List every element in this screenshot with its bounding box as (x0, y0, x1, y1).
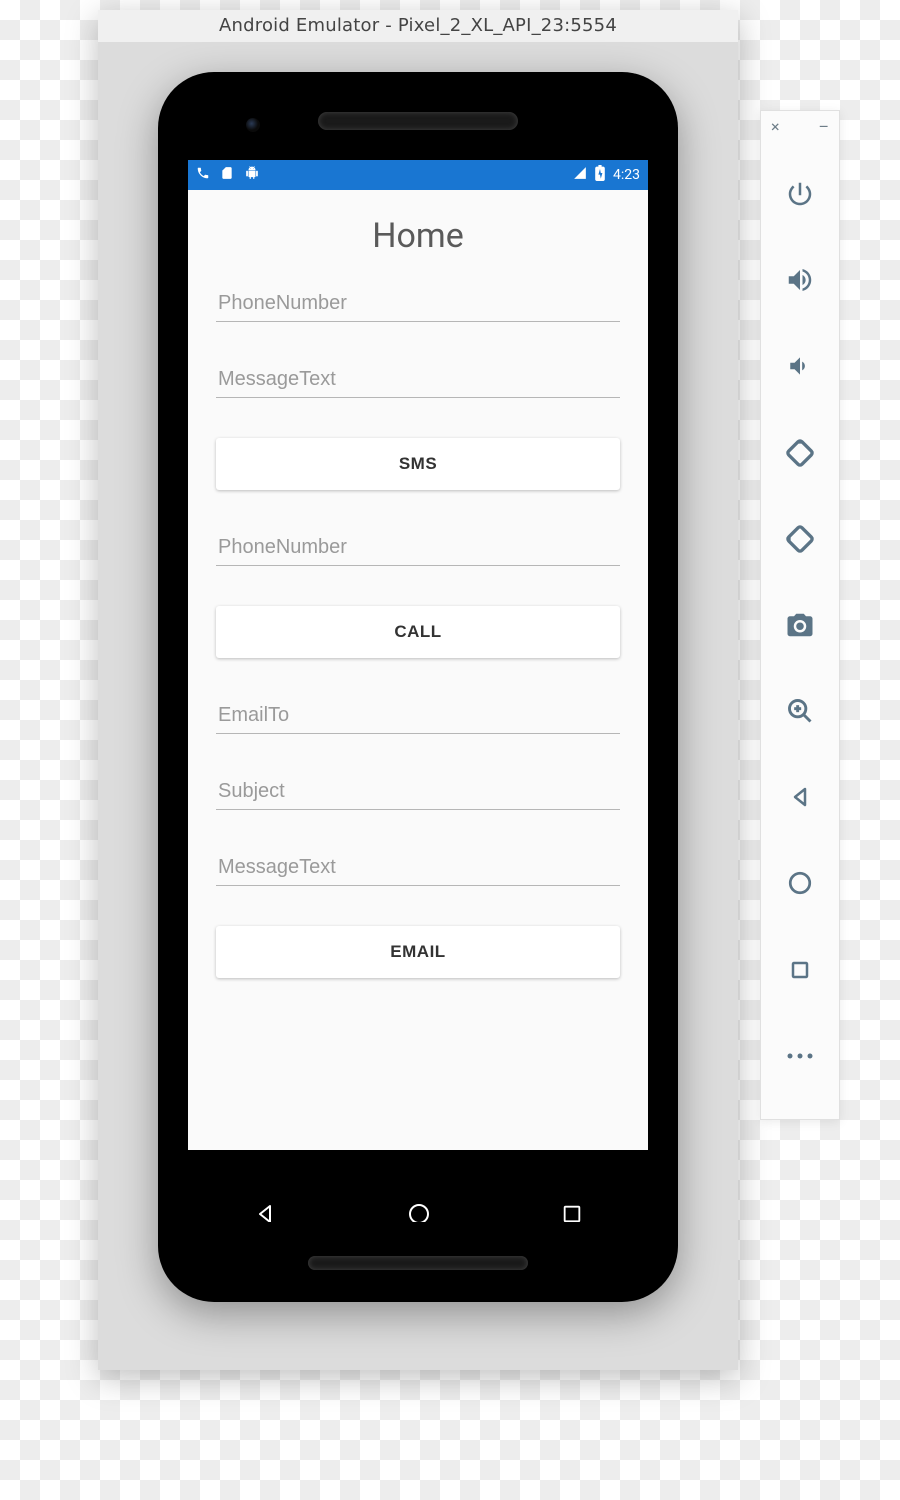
camera-icon[interactable] (776, 601, 824, 649)
overview-icon[interactable] (776, 946, 824, 994)
back-icon[interactable] (776, 773, 824, 821)
call-button[interactable]: CALL (216, 606, 620, 658)
nav-home-icon[interactable] (407, 1202, 431, 1222)
status-bar: 4:23 (188, 160, 648, 190)
volume-down-icon[interactable] (776, 342, 824, 390)
app-content: Home SMS CALL (188, 190, 648, 1150)
sd-card-icon (220, 166, 234, 184)
zoom-icon[interactable] (776, 687, 824, 735)
phone-status-icon (196, 166, 210, 184)
email-button[interactable]: EMAIL (216, 926, 620, 978)
email-subject-input[interactable] (216, 774, 620, 810)
nav-back-icon[interactable] (253, 1202, 277, 1222)
call-phone-input[interactable] (216, 530, 620, 566)
home-icon[interactable] (776, 859, 824, 907)
android-debug-icon (244, 166, 260, 184)
toolbar-close-icon[interactable]: × (771, 117, 780, 141)
sms-phone-input[interactable] (216, 286, 620, 322)
volume-up-icon[interactable] (776, 256, 824, 304)
emulator-titlebar: Android Emulator - Pixel_2_XL_API_23:555… (98, 10, 738, 42)
nav-recent-icon[interactable] (561, 1203, 583, 1222)
email-to-input[interactable] (216, 698, 620, 734)
status-time: 4:23 (613, 167, 640, 183)
more-icon[interactable] (776, 1032, 824, 1080)
phone-inner: 4:23 Home SMS CALL (168, 82, 668, 1292)
page-title: Home (216, 216, 620, 256)
speaker-bottom (308, 1256, 528, 1270)
speaker-top (318, 112, 518, 130)
sms-message-input[interactable] (216, 362, 620, 398)
front-camera (246, 118, 260, 132)
device-screen: 4:23 Home SMS CALL (188, 160, 648, 1222)
rotate-right-icon[interactable] (776, 515, 824, 563)
cellular-signal-icon (573, 166, 587, 184)
power-icon[interactable] (776, 170, 824, 218)
phone-frame: 4:23 Home SMS CALL (158, 72, 678, 1302)
emulator-title: Android Emulator - Pixel_2_XL_API_23:555… (219, 15, 617, 36)
android-navbar (188, 1188, 648, 1222)
toolbar-minimize-icon[interactable]: – (819, 117, 830, 141)
emulator-window: Android Emulator - Pixel_2_XL_API_23:555… (98, 10, 738, 1370)
email-message-input[interactable] (216, 850, 620, 886)
rotate-left-icon[interactable] (776, 429, 824, 477)
battery-charging-icon (595, 165, 605, 185)
emulator-side-toolbar: × – (760, 110, 840, 1120)
sms-button[interactable]: SMS (216, 438, 620, 490)
